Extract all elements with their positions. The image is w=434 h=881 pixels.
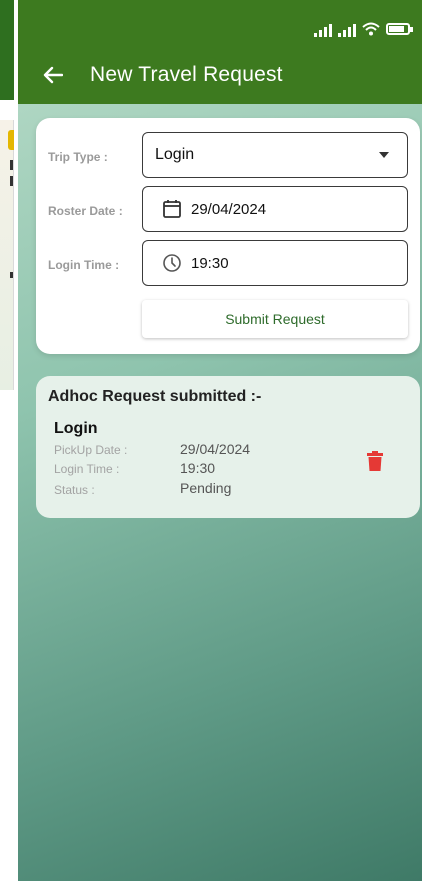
previous-screen-accent — [8, 130, 14, 150]
clock-icon — [153, 253, 191, 273]
trash-icon — [367, 451, 383, 471]
login-time-field[interactable]: 19:30 — [142, 240, 408, 286]
submitted-request-card: Adhoc Request submitted :- Login PickUp … — [36, 376, 420, 518]
submitted-login-time-value: 19:30 — [180, 460, 216, 476]
submitted-login-time-label: Login Time : — [54, 462, 120, 476]
arrow-left-icon — [43, 66, 63, 84]
app-header: New Travel Request — [18, 0, 422, 104]
previous-screen-edge — [0, 0, 18, 881]
submitted-heading: Adhoc Request submitted :- — [48, 388, 262, 405]
back-button[interactable] — [30, 52, 76, 98]
signal-icon — [314, 21, 332, 37]
app-screen: New Travel Request Trip Type : Login Ros… — [18, 0, 422, 881]
previous-screen-header — [0, 0, 14, 100]
roster-date-value: 29/04/2024 — [191, 200, 267, 218]
caret-down-icon — [379, 152, 389, 158]
pickup-date-value: 29/04/2024 — [180, 441, 251, 457]
wifi-icon — [362, 22, 380, 36]
previous-screen-mark — [10, 160, 13, 170]
roster-date-field[interactable]: 29/04/2024 — [142, 186, 408, 232]
page-title: New Travel Request — [90, 63, 283, 86]
delete-request-button[interactable] — [364, 448, 386, 474]
trip-type-label: Trip Type : — [48, 150, 108, 164]
submitted-trip-type: Login — [54, 420, 98, 437]
signal-icon — [338, 21, 356, 37]
trip-type-select[interactable]: Login — [142, 132, 408, 178]
roster-date-label: Roster Date : — [48, 204, 123, 218]
pickup-date-label: PickUp Date : — [54, 443, 128, 457]
status-bar — [314, 18, 413, 40]
battery-icon — [386, 23, 413, 35]
calendar-icon — [153, 199, 191, 219]
status-value: Pending — [180, 480, 232, 496]
login-time-value: 19:30 — [191, 254, 229, 272]
app-bar: New Travel Request — [18, 52, 422, 98]
previous-screen-mark — [10, 272, 13, 278]
submit-request-button[interactable]: Submit Request — [142, 300, 408, 338]
travel-request-form: Trip Type : Login Roster Date : 29/04/20… — [36, 118, 420, 354]
status-label: Status : — [54, 483, 95, 497]
previous-screen-mark — [10, 176, 13, 186]
login-time-label: Login Time : — [48, 258, 120, 272]
trip-type-value: Login — [155, 146, 195, 163]
